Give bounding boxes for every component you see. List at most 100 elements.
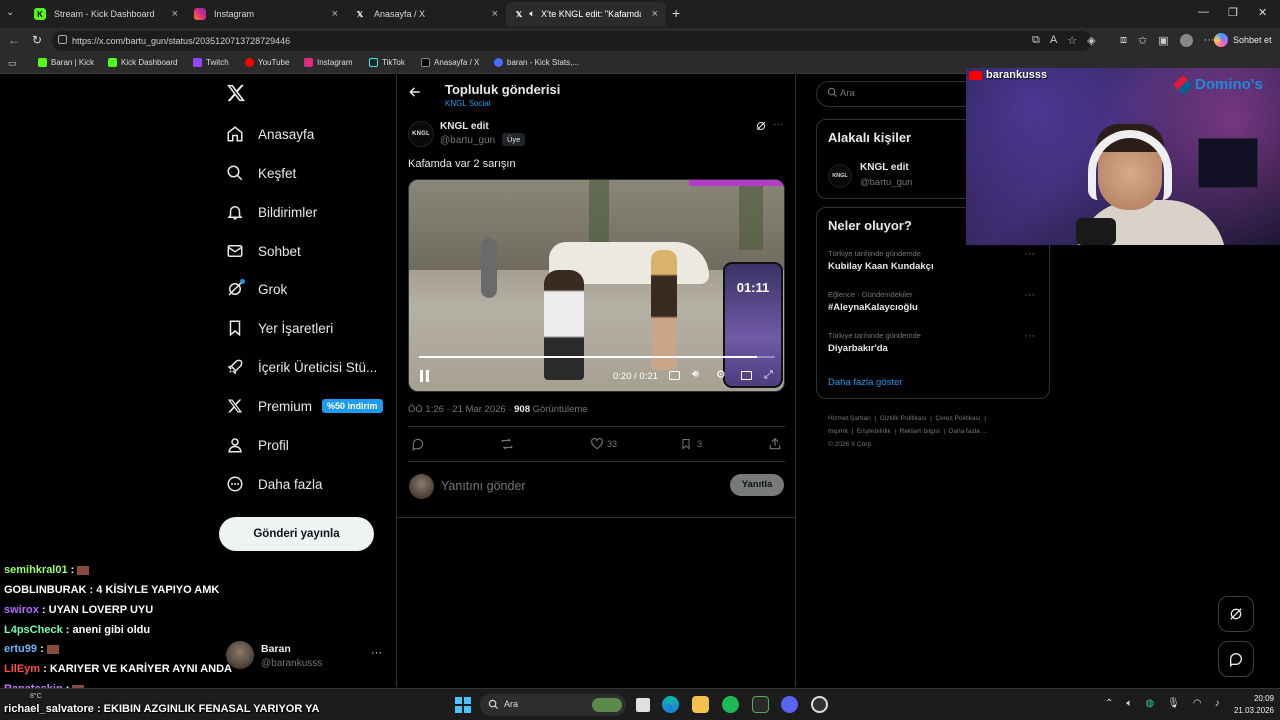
minimize-icon[interactable]: — — [1198, 6, 1209, 18]
tab-anasayfa-x[interactable]: 𝕏 Anasayfa / X × — [346, 2, 506, 26]
volume-icon[interactable]: 🔊︎ — [692, 368, 699, 381]
more-icon[interactable]: ··· — [371, 647, 382, 659]
tab-kick-dashboard[interactable]: K Stream - Kick Dashboard × — [26, 2, 186, 26]
bookmark-item[interactable]: Twitch — [193, 58, 229, 67]
footer-link[interactable]: Imprint — [828, 428, 848, 435]
author-name[interactable]: KNGL edit — [440, 121, 489, 132]
bookmark-item[interactable]: YouTube — [245, 58, 289, 67]
sidebar-item-profile[interactable]: Profil — [226, 430, 289, 460]
trend-more-icon[interactable]: ··· — [1024, 330, 1035, 342]
restore-icon[interactable]: ❐ — [1228, 6, 1238, 19]
back-icon[interactable] — [408, 85, 422, 99]
collections-icon[interactable]: ▣ — [1158, 34, 1168, 47]
footer-link[interactable]: Hizmet Şartları — [828, 415, 871, 422]
discord-icon[interactable] — [781, 696, 798, 713]
app-icon[interactable]: ⧉ — [1032, 34, 1040, 47]
pause-icon[interactable] — [419, 370, 430, 382]
sidebar-item-bookmarks[interactable]: Yer İşaretleri — [226, 313, 333, 343]
trend-item[interactable]: Türkiye tarihinde gündemde Kubilay Kaan … — [817, 246, 1049, 284]
tab-instagram[interactable]: Instagram × — [186, 2, 346, 26]
task-view-icon[interactable] — [636, 698, 650, 712]
bookmark-item[interactable]: baran - Kick Stats,... — [494, 58, 579, 67]
speaker-icon[interactable]: ♪ — [1215, 698, 1220, 709]
obs-icon[interactable] — [811, 696, 828, 713]
site-info-icon[interactable] — [58, 35, 67, 44]
account-switcher[interactable]: Baran @barankusss ··· — [226, 637, 386, 673]
search-box[interactable]: Ara — [816, 81, 976, 107]
messages-floating-button[interactable] — [1218, 641, 1254, 677]
split-screen-icon[interactable]: ⧈ — [1120, 34, 1127, 47]
read-aloud-icon[interactable]: A — [1050, 34, 1057, 47]
like-button[interactable]: 33 — [590, 437, 617, 451]
bookmark-item[interactable]: TikTok — [369, 58, 405, 67]
footer-link[interactable]: Çerez Politikası — [935, 415, 980, 422]
reply-icon[interactable] — [411, 437, 425, 451]
footer-link[interactable]: Daha fazla ... — [949, 428, 987, 435]
tab-list-button[interactable]: ⌄ — [6, 7, 20, 21]
new-tab-button[interactable]: + — [672, 5, 680, 21]
repost-icon[interactable] — [500, 437, 514, 451]
close-icon[interactable]: × — [172, 8, 178, 20]
community-link[interactable]: KNGL Social — [445, 99, 491, 108]
captions-icon[interactable] — [669, 371, 680, 380]
trend-item[interactable]: Türkiye tarihinde gündemde Diyarbakır'da… — [817, 328, 1049, 366]
trend-item[interactable]: Eğlence · Gündemdekiler #AleynaKalaycıoğ… — [817, 287, 1049, 325]
show-more-link[interactable]: Daha fazla göster — [828, 377, 902, 388]
favorites-icon[interactable]: ✩ — [1138, 34, 1147, 47]
sidebar-item-notifications[interactable]: Bildirimler — [226, 197, 317, 227]
related-avatar[interactable]: KNGL — [828, 164, 852, 188]
microphone-icon[interactable]: 🎙︎ — [1167, 698, 1180, 709]
weather-widget[interactable]: 8°C — [30, 693, 42, 700]
more-icon[interactable]: ··· — [1204, 34, 1215, 47]
favorite-star-icon[interactable]: ☆ — [1067, 34, 1077, 47]
related-name[interactable]: KNGL edit — [860, 162, 909, 173]
copilot-button[interactable]: Sohbet et — [1214, 33, 1272, 47]
related-handle[interactable]: @bartu_gun — [860, 177, 912, 188]
bookmark-button[interactable]: 3 — [680, 437, 702, 451]
trend-more-icon[interactable]: ··· — [1024, 289, 1035, 301]
avatar[interactable] — [1179, 34, 1193, 47]
spotify-icon[interactable] — [722, 696, 739, 713]
footer-link[interactable]: Gizlilik Politikası — [880, 415, 927, 422]
clock[interactable]: 20:09 21.03.2026 — [1222, 693, 1274, 717]
fullscreen-icon[interactable]: ⤢ — [764, 369, 773, 382]
x-home-logo[interactable] — [226, 83, 246, 103]
wifi-icon[interactable]: ◠ — [1193, 698, 1202, 709]
sidebar-item-explore[interactable]: Keşfet — [226, 158, 296, 188]
sidebar-item-creator-studio[interactable]: İçerik Üreticisi Stü... — [226, 352, 377, 382]
footer-link[interactable]: Reklam bilgisi — [900, 428, 940, 435]
chevron-up-icon[interactable]: ⌃ — [1105, 698, 1113, 709]
url-field[interactable]: https://x.com/bartu_gun/status/203512071… — [52, 31, 1092, 51]
post-timestamp[interactable]: ÖÖ 1:26 · 21 Mar 2026 · — [408, 404, 512, 415]
reply-button[interactable]: Yanıtla — [730, 474, 784, 496]
post-more-icon[interactable]: ··· — [773, 119, 783, 130]
trend-more-icon[interactable]: ··· — [1024, 248, 1035, 260]
close-icon[interactable]: × — [332, 8, 338, 20]
extension-icon[interactable]: ◈ — [1087, 34, 1095, 47]
grok-icon[interactable] — [755, 120, 767, 132]
sidebar-item-more[interactable]: Daha fazla — [226, 469, 323, 499]
security-icon[interactable]: ◍ — [1145, 698, 1154, 709]
file-explorer-icon[interactable] — [692, 696, 709, 713]
sidebar-item-home[interactable]: Anasayfa — [226, 119, 314, 149]
bookmark-item[interactable]: Instagram — [304, 58, 353, 67]
pip-icon[interactable] — [741, 371, 752, 380]
close-icon[interactable]: × — [492, 8, 498, 20]
volume-icon[interactable]: 🔈︎ — [1126, 698, 1132, 709]
tab-actions-icon[interactable]: ▭ — [8, 58, 17, 69]
author-handle[interactable]: @bartu_gun — [440, 135, 495, 146]
post-button[interactable]: Gönderi yayınla — [219, 517, 374, 551]
back-icon[interactable]: ← — [8, 33, 20, 47]
settings-gear-icon[interactable]: ⚙ — [716, 368, 726, 381]
edge-icon[interactable] — [662, 696, 679, 713]
footer-link[interactable]: Erişilebilirlik — [857, 428, 891, 435]
reply-input[interactable]: Yanıtını gönder — [441, 479, 526, 493]
sidebar-item-premium[interactable]: Premium %50 indirim — [226, 391, 383, 421]
video-player[interactable]: 01:11 0:20 / 0:21 🔊︎ ⚙ ⤢ — [408, 179, 785, 392]
author-avatar[interactable]: KNGL — [408, 121, 434, 147]
bookmark-item[interactable]: Kick Dashboard — [108, 58, 177, 67]
sidebar-item-grok[interactable]: Grok — [226, 274, 287, 304]
close-window-icon[interactable]: ✕ — [1258, 6, 1267, 19]
sidebar-item-chat[interactable]: Sohbet — [226, 236, 301, 266]
bookmark-item[interactable]: Baran | Kick — [38, 58, 94, 67]
